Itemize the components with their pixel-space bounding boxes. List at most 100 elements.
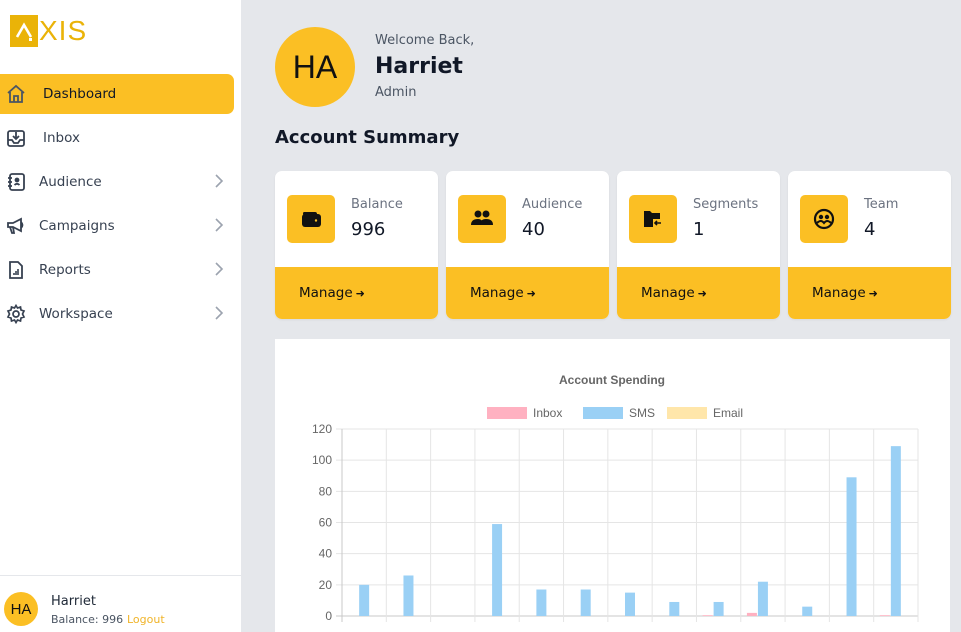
manage-label: Manage: [641, 285, 695, 301]
legend-label[interactable]: SMS: [629, 406, 655, 420]
bar-sms[interactable]: [359, 584, 370, 616]
legend-label[interactable]: Inbox: [533, 406, 562, 420]
card-value: 996: [351, 219, 386, 240]
sidebar-user-footer: HA Harriet Balance: 996 Logout: [0, 575, 242, 632]
users-icon: [458, 195, 506, 243]
bar-sms[interactable]: [713, 601, 724, 616]
chart-title: Account Spending: [559, 373, 665, 387]
bar-inbox[interactable]: [702, 615, 713, 616]
y-tick-label: 80: [319, 484, 333, 498]
y-tick-label: 60: [319, 516, 333, 530]
y-tick-label: 40: [319, 547, 333, 561]
card-value: 4: [864, 219, 876, 240]
card-value: 40: [522, 219, 545, 240]
welcome-text: Welcome Back,: [375, 33, 475, 48]
sidebar-item-audience[interactable]: Audience: [0, 162, 234, 202]
arrow-right-icon: ➜: [355, 286, 365, 300]
card-label: Balance: [351, 197, 403, 212]
contact-book-icon: [5, 171, 27, 193]
sidebar-item-label: Dashboard: [43, 86, 117, 102]
chevron-right-icon: [214, 306, 224, 324]
sidebar-item-label: Reports: [39, 262, 91, 278]
summary-card-audience: Audience 40 Manage ➜: [446, 171, 609, 319]
y-tick-label: 20: [319, 578, 333, 592]
manage-label: Manage: [812, 285, 866, 301]
megaphone-icon: [5, 215, 27, 237]
sidebar-item-label: Inbox: [43, 130, 80, 146]
report-chart-icon: [5, 259, 27, 281]
team-circle-icon: [800, 195, 848, 243]
summary-card-segments: Segments 1 Manage ➜: [617, 171, 780, 319]
y-tick-label: 100: [312, 453, 332, 467]
summary-card-team: Team 4 Manage ➜: [788, 171, 951, 319]
chart-bars: [359, 446, 901, 616]
y-tick-label: 120: [312, 422, 332, 436]
sidebar-item-dashboard[interactable]: Dashboard: [0, 74, 234, 114]
manage-audience-button[interactable]: Manage ➜: [446, 267, 609, 319]
card-value: 1: [693, 219, 705, 240]
y-tick-label: 0: [325, 609, 332, 623]
logo-text: XIS: [39, 15, 88, 46]
sidebar-item-inbox[interactable]: Inbox: [0, 118, 234, 158]
sidebar-nav: Dashboard Inbox Audience Campaigns Repor…: [0, 74, 234, 338]
logout-link[interactable]: Logout: [127, 613, 165, 626]
legend-swatch-sms[interactable]: [583, 407, 623, 419]
bar-inbox[interactable]: [879, 615, 890, 616]
bar-sms[interactable]: [890, 446, 901, 616]
bar-sms[interactable]: [403, 575, 414, 616]
sidebar-item-workspace[interactable]: Workspace: [0, 294, 234, 334]
card-label: Audience: [522, 197, 583, 212]
folder-import-icon: [629, 195, 677, 243]
bar-sms[interactable]: [492, 524, 503, 616]
chevron-right-icon: [214, 218, 224, 236]
sidebar-item-reports[interactable]: Reports: [0, 250, 234, 290]
user-role: Admin: [375, 85, 417, 100]
profile-avatar: HA: [275, 27, 355, 107]
chart-legend: Inbox SMS Email: [487, 406, 743, 420]
manage-label: Manage: [470, 285, 524, 301]
section-title: Account Summary: [275, 127, 460, 148]
gear-icon: [5, 303, 27, 325]
logo[interactable]: XIS: [10, 15, 87, 47]
avatar[interactable]: HA: [4, 592, 38, 626]
chevron-right-icon: [214, 174, 224, 192]
account-spending-chart: Account Spending Inbox SMS Email 0 20 40 60 80…: [312, 373, 919, 623]
arrow-right-icon: ➜: [697, 286, 707, 300]
card-label: Team: [864, 197, 899, 212]
account-spending-chart-panel: Account Spending Inbox SMS Email 0 20 40 60 80…: [275, 339, 950, 632]
legend-swatch-email[interactable]: [667, 407, 707, 419]
home-icon: [5, 83, 27, 105]
y-axis-ticks: 0 20 40 60 80 100 120: [312, 422, 332, 623]
manage-label: Manage: [299, 285, 353, 301]
bar-sms[interactable]: [536, 589, 547, 616]
bar-sms[interactable]: [669, 601, 680, 616]
logo-mark-icon: [10, 15, 38, 47]
sidebar-item-label: Workspace: [39, 306, 113, 322]
card-label: Segments: [693, 197, 759, 212]
sidebar: XIS Dashboard Inbox Audience Campaigns R…: [0, 0, 242, 632]
summary-card-balance: Balance 996 Manage ➜: [275, 171, 438, 319]
bar-sms[interactable]: [802, 606, 813, 616]
summary-cards: Balance 996 Manage ➜ Audience 40 Manage …: [275, 171, 951, 319]
user-name: Harriet: [51, 594, 96, 609]
bar-sms[interactable]: [846, 477, 857, 616]
user-display-name: Harriet: [375, 54, 463, 79]
sidebar-item-campaigns[interactable]: Campaigns: [0, 206, 234, 246]
user-balance: Balance: 996: [51, 613, 124, 626]
bar-sms[interactable]: [757, 581, 768, 616]
wallet-icon: [287, 195, 335, 243]
arrow-right-icon: ➜: [868, 286, 878, 300]
manage-segments-button[interactable]: Manage ➜: [617, 267, 780, 319]
arrow-right-icon: ➜: [526, 286, 536, 300]
chevron-right-icon: [214, 262, 224, 280]
inbox-download-icon: [5, 127, 27, 149]
sidebar-item-label: Audience: [39, 174, 102, 190]
manage-team-button[interactable]: Manage ➜: [788, 267, 951, 319]
legend-swatch-inbox[interactable]: [487, 407, 527, 419]
sidebar-item-label: Campaigns: [39, 218, 115, 234]
legend-label[interactable]: Email: [713, 406, 743, 420]
bar-sms[interactable]: [580, 589, 591, 616]
bar-inbox[interactable]: [746, 612, 757, 616]
bar-sms[interactable]: [625, 592, 635, 616]
manage-balance-button[interactable]: Manage ➜: [275, 267, 438, 319]
